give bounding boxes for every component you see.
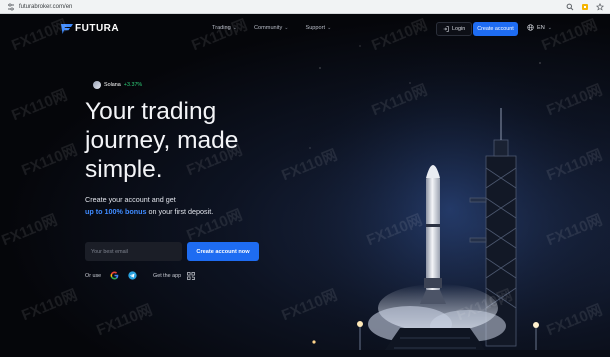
browser-action-icons (565, 2, 604, 11)
nav-support[interactable]: Support ⌄ (305, 25, 331, 31)
top-navigation: FUTURA Trading ⌄ Community ⌄ Support ⌄ Logi… (0, 14, 610, 44)
get-the-app[interactable]: Get the app (153, 271, 195, 280)
ticker-change: +3.37% (123, 82, 143, 88)
ticker-name: Solana (104, 82, 121, 88)
chevron-down-icon: ⌄ (327, 25, 332, 31)
login-button[interactable]: Login (436, 22, 473, 36)
or-use-label: Or use (85, 272, 102, 279)
price-ticker: Solana +3.37% (93, 81, 142, 89)
create-account-button[interactable]: Create account (473, 22, 518, 36)
rocket-launch-scene (290, 28, 610, 357)
logo-text: FUTURA (75, 23, 120, 34)
star-icon[interactable] (595, 2, 604, 11)
bonus-highlight: up to 100% bonus (85, 207, 147, 216)
nav-community[interactable]: Community ⌄ (254, 25, 289, 31)
email-input[interactable] (85, 242, 182, 261)
hero-subtitle-line2: up to 100% bonus on your first deposit. (85, 207, 213, 216)
globe-icon (527, 24, 534, 31)
landing-page: FUTURA Trading ⌄ Community ⌄ Support ⌄ Logi… (0, 14, 610, 357)
login-label: Login (452, 26, 466, 32)
search-icon[interactable] (565, 2, 574, 11)
watermark: FX110网 (19, 141, 80, 180)
watermark: FX110网 (19, 286, 80, 325)
hero-subtitle-rest: on your first deposit. (146, 207, 214, 216)
create-account-now-button[interactable]: Create account now (187, 242, 259, 261)
watermark: FX110网 (9, 86, 70, 125)
get-app-label: Get the app (153, 272, 182, 279)
language-label: EN (537, 24, 545, 31)
chevron-down-icon: ⌄ (284, 25, 289, 31)
extension-icon[interactable] (580, 2, 589, 11)
telegram-icon[interactable] (128, 271, 137, 280)
google-icon[interactable] (110, 271, 119, 280)
language-selector[interactable]: EN ⌄ (527, 24, 552, 31)
hero-subtitle-line1: Create your account and get (85, 195, 176, 204)
nav-support-label: Support (305, 25, 326, 31)
qr-code-icon (186, 271, 195, 280)
tune-icon[interactable] (6, 2, 16, 12)
nav-community-label: Community (253, 25, 283, 31)
solana-icon (93, 81, 101, 89)
url-text[interactable]: futurabroker.com/en (19, 4, 72, 10)
watermark: FX110网 (94, 301, 155, 340)
social-signup: Or use (85, 271, 137, 280)
watermark: FX110网 (0, 211, 60, 250)
login-icon (443, 26, 449, 32)
browser-address-bar: futurabroker.com/en (0, 0, 610, 14)
